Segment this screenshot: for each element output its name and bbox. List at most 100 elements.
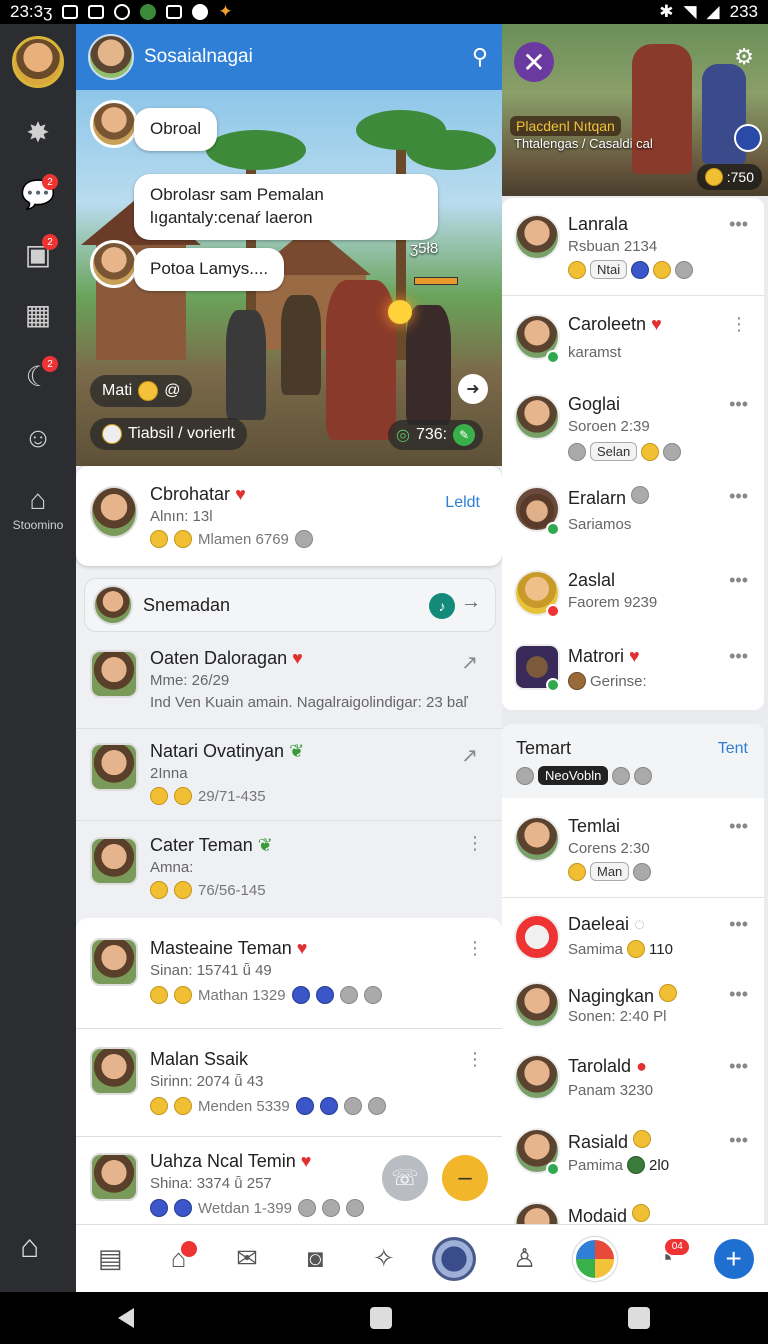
chat-avatar[interactable] — [88, 34, 134, 80]
smiley-icon[interactable]: ☺ — [20, 420, 56, 456]
featured-action-link[interactable]: Leldt — [445, 494, 480, 512]
search-row[interactable]: Snemadan ♪ → — [84, 578, 496, 632]
mention-icon: @ — [164, 382, 181, 399]
contact-sub: Amna: — [150, 859, 194, 876]
list-item[interactable]: Uahza Ncal Temin ♥ Shina: 3374 ǖ 257 Wet… — [76, 1136, 502, 1224]
recents-button[interactable] — [628, 1307, 650, 1329]
left-rail: ✸ 💬 2 ▣ 2 ▦ ☾ 2 ☺ ⌂ Stoomino ⌂ — [0, 24, 76, 1292]
more-icon[interactable]: ••• — [729, 486, 748, 507]
message-avatar[interactable] — [90, 100, 138, 148]
grid-icon[interactable]: ▦ — [20, 296, 56, 332]
bottom-nav: ▤ ⌂ ✉ ◙ ✧ ♙ ◔ 04 + — [76, 1224, 768, 1292]
friends-tag[interactable]: NeoVobln — [538, 766, 609, 785]
friend-item[interactable]: Daeleai ◌ Samima 110 ••• — [502, 900, 764, 970]
list-item[interactable]: Natari Ovatinyan ❦ 2Inna 29/71-435 ↗ — [76, 728, 502, 820]
streaming-icon[interactable]: ⌂ — [20, 482, 56, 518]
emoji-icon — [150, 881, 168, 899]
game-preview[interactable]: ✕ ⚙ Placdenl Nıtqan Thtalengas / Casaldi… — [502, 24, 768, 196]
more-icon[interactable]: ••• — [729, 1056, 748, 1077]
friend-name: Modaid — [568, 1206, 628, 1224]
player-item[interactable]: Goglai Soroen 2:39 Selan ••• — [502, 378, 764, 470]
arrow-icon[interactable]: ↗ — [461, 743, 478, 768]
chat-title: Sosaialnagai — [144, 46, 253, 67]
more-icon[interactable]: ••• — [729, 646, 748, 667]
settings-icon[interactable]: ⚙ — [734, 44, 754, 70]
message-pill[interactable]: Mati @ — [90, 375, 193, 407]
profile-edit-icon[interactable]: ⚲ — [472, 44, 488, 70]
player-item[interactable]: Eralarn Sariamos ••• — [502, 470, 764, 550]
camera-icon[interactable]: ◙ — [295, 1239, 335, 1279]
star-icon[interactable]: ✸ — [20, 114, 56, 150]
search-name: Snemadan — [143, 595, 231, 615]
compass-icon[interactable]: ✧ — [364, 1239, 404, 1279]
user-icon[interactable]: ♙ — [505, 1239, 545, 1279]
more-icon[interactable]: ••• — [729, 984, 748, 1005]
player-item[interactable]: Caroleetn ♥ karamst ⋮ — [502, 296, 764, 378]
gallery-icon[interactable]: ▤ — [90, 1239, 130, 1279]
profile-avatar[interactable] — [12, 36, 64, 88]
minimize-button[interactable]: – — [442, 1155, 488, 1201]
contact-sub: Sirinn: 2074 ǖ 43 — [150, 1073, 264, 1090]
camera-icon[interactable]: ▣ 2 — [20, 234, 58, 272]
more-icon[interactable]: ••• — [729, 394, 748, 415]
back-icon[interactable] — [118, 1308, 134, 1328]
friend-sub: Pamima — [568, 1156, 624, 1174]
notifications-icon[interactable]: ◔ 04 — [645, 1238, 690, 1279]
home-button[interactable] — [370, 1307, 392, 1329]
friend-item[interactable]: Rasiald Pamima 2l0 ••• — [502, 1116, 764, 1190]
game-orb-button[interactable] — [432, 1236, 477, 1281]
friend-item[interactable]: Modaid — [502, 1190, 764, 1224]
player-sub: Soroen 2:39 — [568, 418, 650, 435]
more-icon[interactable]: ••• — [729, 570, 748, 591]
voice-icon[interactable]: ♪ — [429, 593, 455, 619]
player-item[interactable]: Lanrala Rsbuan 2134 Ntai ••• — [502, 198, 764, 296]
record-icon — [192, 4, 209, 20]
scene-score: 736: — [415, 426, 448, 443]
list-item[interactable]: Oaten Daloragan ♥ Mme: 26/29 Ind Ven Kua… — [76, 636, 502, 728]
edit-icon[interactable]: ✎ — [453, 424, 476, 446]
list-item[interactable]: Malan Ssaik Sirinn: 2074 ǖ 43 Menden 533… — [76, 1028, 502, 1136]
more-icon[interactable]: ⋮ — [466, 833, 484, 854]
arrow-right-icon[interactable]: → — [461, 591, 481, 614]
featured-conversation[interactable]: Cbrohatar ♥ Alnın: 13l Mlamen 6769 Leldt — [76, 466, 502, 566]
next-arrow-button[interactable]: ➜ — [458, 374, 488, 404]
list-item[interactable]: Masteaine Teman ♥ Sinan: 15741 ǖ 49 Math… — [76, 918, 502, 1028]
chat-icon[interactable]: 💬 2 — [20, 174, 58, 212]
emoji-icon — [659, 984, 678, 1002]
more-icon[interactable]: ••• — [729, 816, 748, 837]
more-icon[interactable]: ••• — [729, 914, 748, 935]
friend-item[interactable]: Nagingkan Sonen: 2:40 Pl ••• — [502, 970, 764, 1042]
friend-item[interactable]: Tarolald ● Panam 3230 ••• — [502, 1042, 764, 1116]
player-name: Caroleetn — [568, 314, 647, 334]
arrow-icon[interactable]: ↗ — [461, 650, 478, 675]
mail-icon[interactable]: ✉ — [227, 1239, 267, 1279]
compass-icon[interactable] — [734, 124, 762, 152]
friend-sub: Panam 3230 — [568, 1082, 654, 1099]
status-icon — [321, 1199, 340, 1217]
friends-card: Temart Tent NeoVobln Temlai Corens 2:30 … — [502, 724, 764, 1224]
player-item[interactable]: 2aslal Faorem 9239 ••• — [502, 550, 764, 630]
friend-item[interactable]: Temlai Corens 2:30 Man ••• — [502, 798, 764, 898]
contact-message: Ind Ven Kuain amain. Nagalraigolindigar:… — [150, 694, 468, 711]
color-wheel-button[interactable] — [572, 1236, 617, 1281]
more-icon[interactable]: ••• — [729, 214, 748, 235]
more-icon[interactable]: ⋮ — [730, 314, 748, 335]
more-icon[interactable]: ••• — [729, 1130, 748, 1151]
more-icon[interactable]: ⋮ — [466, 1049, 484, 1070]
status-icon — [663, 442, 682, 461]
more-icon[interactable]: ⋮ — [466, 938, 484, 959]
emoji-icon — [568, 862, 586, 881]
translate-pill[interactable]: Tiabsil / vorierlt — [90, 418, 247, 450]
player-item[interactable]: Matrori ♥ Gerinse: ••• — [502, 630, 764, 710]
voice-call-button[interactable]: ☏ — [382, 1155, 428, 1201]
add-button[interactable]: + — [713, 1238, 754, 1279]
close-button[interactable]: ✕ — [514, 42, 554, 82]
status-icon — [367, 1097, 386, 1115]
message-avatar[interactable] — [90, 240, 138, 288]
thumb-hero — [632, 44, 692, 174]
friends-action-link[interactable]: Tent — [718, 740, 748, 758]
home-icon[interactable]: ⌂ — [20, 1228, 39, 1265]
house-icon[interactable]: ⌂ — [159, 1239, 199, 1279]
list-item[interactable]: Cater Teman ❦ Amna: 76/56-145 ⋮ — [76, 820, 502, 916]
moon-icon[interactable]: ☾ 2 — [20, 356, 58, 394]
